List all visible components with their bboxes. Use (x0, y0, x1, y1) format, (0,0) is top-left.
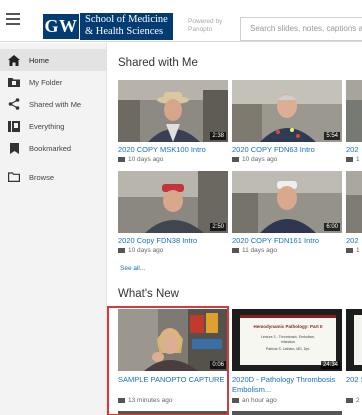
video-duration: 24:34 (320, 361, 340, 369)
slide-title: Hemodynamic Pathology: Part II (253, 324, 323, 329)
video-duration: 2:38 (210, 132, 226, 140)
video-date: an hour ago (242, 397, 277, 404)
folder-icon (7, 76, 21, 88)
top-header: GW School of Medicine & Health Sciences … (0, 0, 362, 42)
video-title-link[interactable]: 2020D - Pathology Thrombosis Embolism... (232, 375, 342, 395)
sidebar-item-everything[interactable]: Everything (0, 115, 106, 137)
video-icon (118, 157, 125, 162)
section-title-whats-new: What's New (118, 288, 179, 300)
section-title-shared: Shared with Me (118, 57, 198, 69)
video-title-link[interactable]: 202 (346, 236, 362, 246)
video-icon (232, 157, 239, 162)
powered-line1: Powered by (188, 18, 223, 25)
home-icon (7, 54, 21, 66)
video-title-link[interactable]: 2020 COPY FDN161 Intro (232, 236, 342, 246)
video-title-link[interactable]: 202 Sho (346, 375, 362, 385)
sidebar-item-label: Bookmarked (29, 143, 72, 153)
video-duration: 6:00 (324, 223, 340, 231)
sidebar-item-label: Shared with Me (29, 99, 82, 109)
video-date: 1 (356, 247, 360, 254)
everything-icon (7, 120, 21, 132)
video-date: 11 days ago (242, 247, 277, 254)
video-title-link[interactable]: 2020 COPY MSK100 Intro (118, 145, 228, 155)
menu-icon[interactable] (6, 13, 20, 25)
sidebar-item-home[interactable]: Home (0, 49, 106, 71)
video-date: 10 days ago (128, 247, 164, 254)
video-thumbnail[interactable] (346, 309, 362, 371)
video-icon (346, 248, 353, 253)
video-thumbnail[interactable]: 6:00 (232, 171, 342, 233)
video-date: 2 (356, 397, 360, 404)
slide-subtitle-1: Lecture 3 - Thrombosis, Embolism, (260, 335, 316, 339)
video-icon (232, 248, 239, 253)
slide-preview (354, 315, 362, 365)
sidebar-item-my-folder[interactable]: My Folder (0, 71, 106, 93)
video-thumbnail[interactable]: 2:38 (118, 80, 228, 142)
video-thumbnail[interactable]: Hemodynamic Pathology: Part II Lecture 3… (232, 309, 342, 371)
powered-by-panopto: Powered by Panopto (188, 18, 222, 34)
sidebar-item-shared-with-me[interactable]: Shared with Me (0, 93, 106, 115)
video-date: 10 days ago (128, 156, 164, 163)
selected-card-highlight (107, 306, 229, 415)
search-input[interactable]: Search slides, notes, captions and more (240, 17, 362, 41)
video-thumbnail[interactable]: 5:54 (232, 80, 342, 142)
slide-preview: Hemodynamic Pathology: Part II Lecture 3… (240, 315, 336, 365)
video-icon (346, 157, 353, 162)
video-icon (232, 398, 239, 403)
logo-line2: & Health Sciences (85, 26, 164, 37)
video-thumbnail[interactable] (346, 171, 362, 233)
video-title-link[interactable]: 202 (346, 145, 362, 155)
school-logo[interactable]: GW School of Medicine & Health Sciences (42, 13, 173, 40)
powered-line2: Panopto (188, 26, 213, 33)
bookmark-icon (7, 142, 21, 154)
sidebar-item-label: Everything (29, 121, 65, 131)
sidebar-item-label: My Folder (29, 77, 63, 87)
logo-line1: School of Medicine (85, 14, 168, 25)
slide-subtitle-3: Patricia S. Latham, MD, Dpt. (265, 347, 311, 351)
video-title-link[interactable]: 2020 Copy FDN38 Intro (118, 236, 228, 246)
sidebar-item-browse[interactable]: Browse (0, 166, 106, 188)
video-thumbnail[interactable] (346, 80, 362, 142)
slide-subtitle-2: Infarction (280, 340, 296, 344)
browse-icon (7, 171, 21, 183)
video-icon (118, 248, 125, 253)
sidebar: Home My Folder Shared with Me Everything… (0, 43, 107, 415)
video-thumbnail[interactable]: 2:50 (118, 171, 228, 233)
video-duration: 2:50 (210, 223, 226, 231)
sidebar-item-label: Browse (29, 172, 55, 182)
share-icon (7, 98, 21, 110)
sidebar-item-bookmarked[interactable]: Bookmarked (0, 137, 106, 159)
logo-mark: GW (42, 13, 80, 40)
sidebar-item-label: Home (29, 55, 50, 65)
video-title-link[interactable]: 2020 COPY FDN63 Intro (232, 145, 342, 155)
slide-accent-bar (240, 315, 336, 318)
video-date: 10 days ago (242, 156, 278, 163)
see-all-link[interactable]: See all... (120, 265, 145, 272)
video-icon (346, 398, 353, 403)
video-date: 1 (356, 156, 360, 163)
video-duration: 5:54 (324, 132, 340, 140)
video-thumbnail-next-row[interactable] (232, 411, 342, 415)
